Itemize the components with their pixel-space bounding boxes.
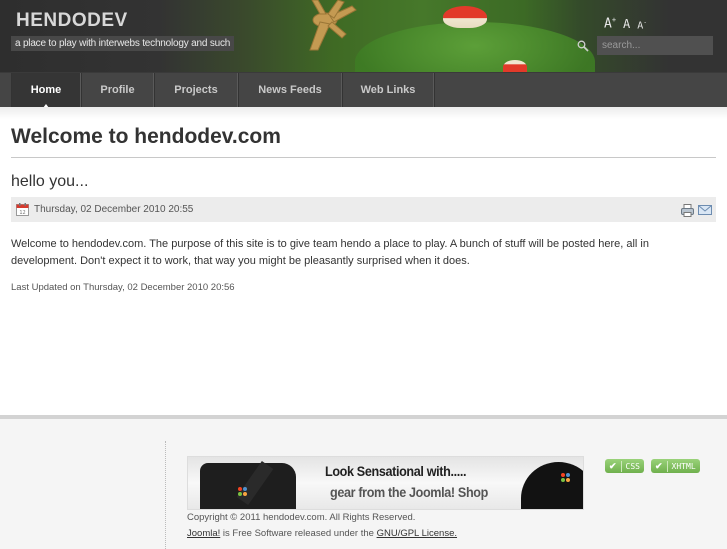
joomla-shop-banner[interactable]: Look Sensational with..... gear from the… [187, 456, 584, 510]
joomla-logo-icon [238, 487, 248, 497]
print-icon[interactable] [681, 204, 694, 217]
frog-eye-graphic-2 [503, 60, 527, 72]
frog-eye-graphic [443, 6, 487, 28]
nav-item-web-links[interactable]: Web Links [342, 73, 434, 108]
site-header: HENDODEV a place to play with interwebs … [0, 0, 727, 72]
font-size-controls: A+ A A- [604, 16, 647, 31]
license-text: Joomla! is Free Software released under … [187, 528, 457, 539]
calendar-icon: 12 [16, 203, 29, 216]
nav-item-news-feeds[interactable]: News Feeds [238, 73, 342, 108]
search-input[interactable] [597, 36, 713, 55]
badge-label: XHTML [671, 461, 696, 471]
decrease-font-sup: - [643, 19, 647, 26]
banner-headline: Look Sensational with..... [325, 463, 467, 479]
validation-badges: ✔ CSS ✔ XHTML [605, 459, 700, 473]
joomla-logo-icon-cap [561, 473, 571, 483]
increase-font-label: A [604, 16, 612, 32]
email-icon[interactable] [698, 205, 712, 215]
nav-divider [434, 73, 435, 108]
banner-subline: gear from the Joomla! Shop [330, 484, 488, 500]
gpl-license-link[interactable]: GNU/GPL License. [377, 528, 457, 539]
main-nav: Home Profile Projects News Feeds Web Lin… [0, 72, 727, 108]
check-icon: ✔ [609, 460, 622, 472]
svg-text:12: 12 [19, 210, 25, 216]
nav-item-profile[interactable]: Profile [81, 73, 154, 108]
article-title: hello you... [11, 173, 89, 190]
site-title[interactable]: HENDODEV [16, 10, 128, 32]
page-title: Welcome to hendodev.com [11, 125, 281, 148]
reset-font-button[interactable]: A [623, 17, 630, 31]
footer-divider [165, 441, 166, 549]
badge-label: CSS [625, 461, 640, 471]
search-icon [577, 40, 589, 52]
decrease-font-button[interactable]: A- [637, 19, 647, 31]
joomla-link[interactable]: Joomla! [187, 528, 220, 539]
license-middle-text: is Free Software released under the [220, 528, 377, 539]
cap-graphic [521, 462, 583, 509]
site-tagline: a place to play with interwebs technolog… [11, 36, 235, 51]
site-footer: Look Sensational with..... gear from the… [0, 415, 727, 549]
valid-xhtml-badge[interactable]: ✔ XHTML [651, 459, 700, 473]
article-last-updated: Last Updated on Thursday, 02 December 20… [11, 282, 235, 293]
article-created-date: Thursday, 02 December 2010 20:55 [34, 204, 194, 215]
title-divider [11, 157, 716, 158]
nav-shadow [0, 107, 727, 119]
copyright-text: Copyright © 2011 hendodev.com. All Right… [187, 512, 416, 523]
increase-font-button[interactable]: A+ [604, 16, 616, 31]
frog-body-graphic [355, 22, 595, 72]
nav-item-home[interactable]: Home [11, 73, 81, 108]
article-meta-bar: 12 Thursday, 02 December 2010 20:55 [11, 197, 716, 222]
check-icon: ✔ [655, 460, 668, 472]
increase-font-sup: + [611, 16, 617, 24]
nav-item-projects[interactable]: Projects [154, 73, 238, 108]
valid-css-badge[interactable]: ✔ CSS [605, 459, 644, 473]
article-body: Welcome to hendodev.com. The purpose of … [11, 238, 649, 267]
